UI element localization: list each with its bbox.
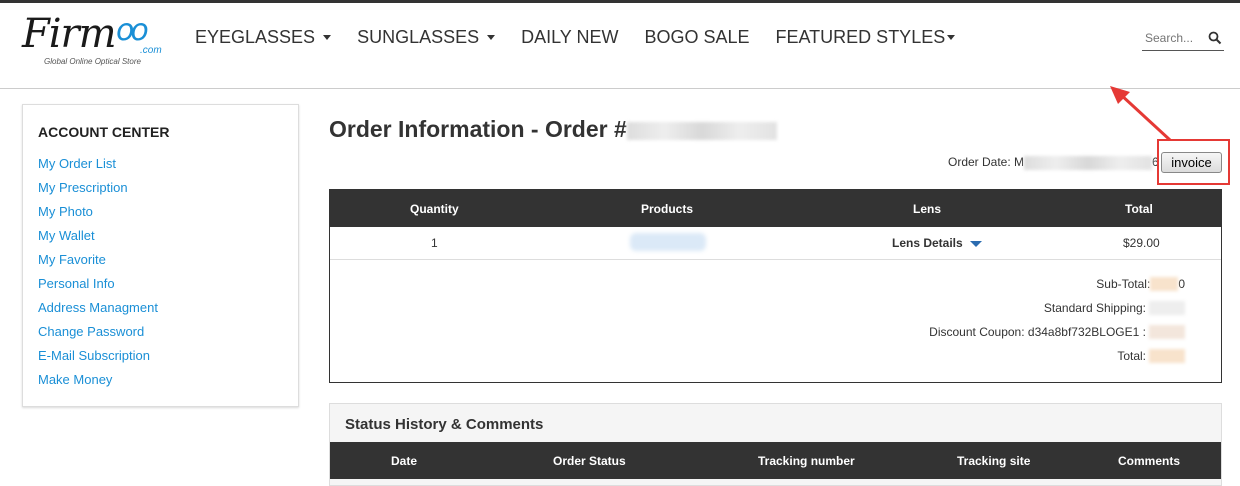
lens-details-label: Lens Details xyxy=(892,236,963,250)
col-products: Products xyxy=(641,202,694,216)
redacted-order-date xyxy=(1024,155,1153,170)
redacted-order-number xyxy=(626,121,777,140)
coupon-label: Discount Coupon: d34a8bf732BLOGE1 : xyxy=(929,325,1146,339)
nav-label: BOGO SALE xyxy=(644,26,750,47)
sidebar-item-my-order-list[interactable]: My Order List xyxy=(38,155,158,179)
redacted-total xyxy=(1149,349,1185,363)
order-date-start: M xyxy=(1014,155,1025,169)
status-table-header: Date Order Status Tracking number Tracki… xyxy=(330,442,1221,479)
logo-tagline: Global Online Optical Store xyxy=(44,57,141,66)
order-items-table: Quantity Products Lens Total 1 Lens Deta… xyxy=(329,189,1222,383)
lens-details-toggle[interactable]: Lens Details xyxy=(892,236,982,250)
total-line: Total: xyxy=(929,344,1185,368)
col-comments: Comments xyxy=(1118,454,1181,468)
sidebar-item-address-managment[interactable]: Address Managment xyxy=(38,299,158,323)
col-quantity: Quantity xyxy=(410,202,459,216)
sidebar-item-my-wallet[interactable]: My Wallet xyxy=(38,227,158,251)
nav-eyeglasses[interactable]: EYEGLASSES xyxy=(195,25,332,49)
nav-sunglasses[interactable]: SUNGLASSES xyxy=(357,25,496,49)
account-sidebar: ACCOUNT CENTER My Order List My Prescrip… xyxy=(22,104,299,407)
search-icon[interactable] xyxy=(1208,31,1222,45)
order-date-label: Order Date: xyxy=(948,155,1015,169)
col-tracking-site: Tracking site xyxy=(957,454,1031,468)
site-header: Firm oo .com Global Online Optical Store… xyxy=(0,3,1240,89)
sidebar-links: My Order List My Prescription My Photo M… xyxy=(38,155,158,395)
chevron-down-icon xyxy=(487,34,496,40)
nav-bogo-sale[interactable]: BOGO SALE xyxy=(644,25,749,49)
order-totals: Sub-Total: 0 Standard Shipping: Discount… xyxy=(929,272,1185,368)
page-title: Order Information - Order # xyxy=(329,116,777,143)
status-history-title: Status History & Comments xyxy=(345,416,544,433)
chevron-down-icon xyxy=(323,34,332,40)
coupon-line: Discount Coupon: d34a8bf732BLOGE1 : xyxy=(929,320,1185,344)
sidebar-item-make-money[interactable]: Make Money xyxy=(38,371,158,395)
col-total: Total xyxy=(1125,202,1153,216)
sidebar-item-my-photo[interactable]: My Photo xyxy=(38,203,158,227)
sidebar-item-my-favorite[interactable]: My Favorite xyxy=(38,251,158,275)
logo-com: .com xyxy=(140,45,162,56)
nav-label: EYEGLASSES xyxy=(195,26,316,47)
nav-daily-new[interactable]: DAILY NEW xyxy=(521,25,618,49)
row-total: $29.00 xyxy=(1123,236,1160,250)
subtotal-line: Sub-Total: 0 xyxy=(929,272,1185,296)
chevron-down-icon xyxy=(947,34,956,40)
caret-down-icon xyxy=(969,241,982,247)
total-label: Total: xyxy=(1117,349,1146,363)
col-tracking-number: Tracking number xyxy=(758,454,855,468)
nav-label: SUNGLASSES xyxy=(357,26,480,47)
main-nav: EYEGLASSES SUNGLASSES DAILY NEW BOGO SAL… xyxy=(195,25,981,49)
table-header: Quantity Products Lens Total xyxy=(330,190,1221,227)
redacted-shipping xyxy=(1149,301,1185,315)
order-title-text: Order Information - Order # xyxy=(329,116,627,142)
redacted-product[interactable] xyxy=(630,233,706,251)
sidebar-title: ACCOUNT CENTER xyxy=(38,124,170,140)
sidebar-item-change-password[interactable]: Change Password xyxy=(38,323,158,347)
quantity-value: 1 xyxy=(431,236,438,250)
search-box xyxy=(1142,27,1224,51)
nav-label: FEATURED STYLES xyxy=(775,26,946,47)
col-order-status: Order Status xyxy=(553,454,626,468)
sidebar-item-personal-info[interactable]: Personal Info xyxy=(38,275,158,299)
redacted-discount xyxy=(1149,325,1185,339)
shipping-label: Standard Shipping: xyxy=(1043,301,1146,315)
order-date: Order Date: M6 xyxy=(948,155,1159,170)
col-lens: Lens xyxy=(913,202,942,216)
subtotal-label: Sub-Total: xyxy=(1096,277,1151,291)
shipping-line: Standard Shipping: xyxy=(929,296,1185,320)
search-input[interactable] xyxy=(1142,27,1204,49)
table-row: 1 Lens Details $29.00 xyxy=(330,227,1221,260)
nav-label: DAILY NEW xyxy=(521,26,619,47)
firmoo-logo[interactable]: Firm oo .com Global Online Optical Store xyxy=(22,11,172,71)
sidebar-item-email-subscription[interactable]: E-Mail Subscription xyxy=(38,347,158,371)
redacted-subtotal xyxy=(1150,277,1179,291)
annotation-arrow-icon xyxy=(1110,86,1172,142)
sidebar-item-my-prescription[interactable]: My Prescription xyxy=(38,179,158,203)
nav-featured-styles[interactable]: FEATURED STYLES xyxy=(776,25,956,49)
col-date: Date xyxy=(391,454,418,468)
status-history-panel: Status History & Comments Date Order Sta… xyxy=(329,403,1222,486)
invoice-button[interactable]: invoice xyxy=(1161,152,1222,173)
subtotal-tail: 0 xyxy=(1178,277,1185,291)
logo-oo: oo xyxy=(116,13,149,48)
logo-text: Firm xyxy=(22,11,117,57)
